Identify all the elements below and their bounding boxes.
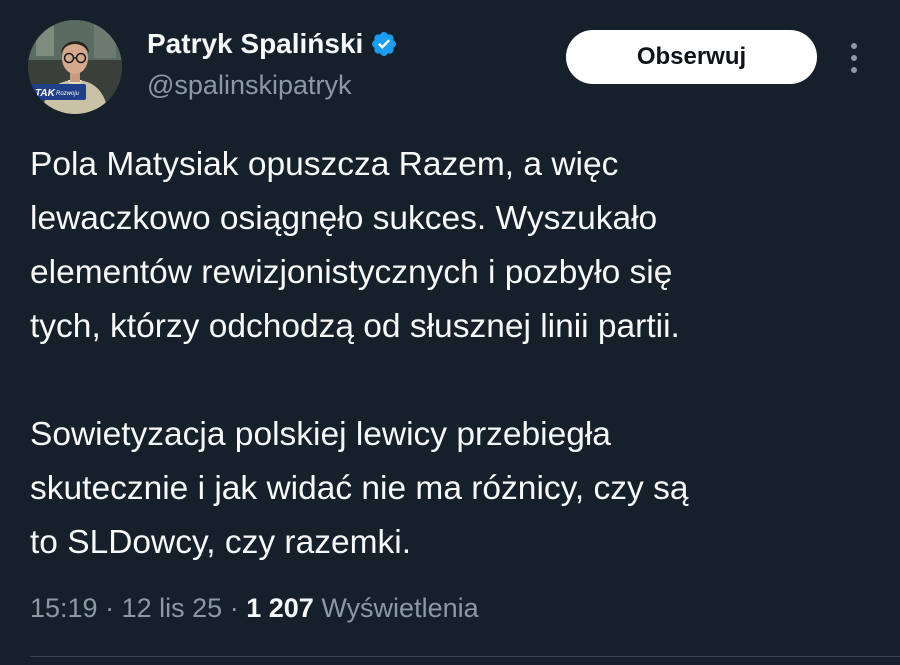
tweet-line: to SLDowcy, czy razemki. <box>30 524 411 561</box>
tweet-date[interactable]: 12 lis 25 <box>122 593 223 623</box>
tweet-line: lewaczkowo osiągnęło sukces. Wyszukało <box>30 200 658 237</box>
paragraph-break <box>30 354 880 408</box>
svg-text:TAK: TAK <box>35 88 56 99</box>
tweet-line: Pola Matysiak opuszcza Razem, a więc <box>30 146 619 183</box>
display-name-row: Patryk Spaliński <box>147 26 398 62</box>
tweet-line: skutecznie i jak widać nie ma różnicy, c… <box>30 470 689 507</box>
avatar-photo: TAK Rozwoju <box>28 20 122 114</box>
tweet-header: TAK Rozwoju Patryk Spaliński @spalinskip… <box>0 0 900 120</box>
tweet-line: elementów rewizjonistycznych i pozbyło s… <box>30 254 673 291</box>
follow-button[interactable]: Obserwuj <box>566 30 817 84</box>
tweet-card: TAK Rozwoju Patryk Spaliński @spalinskip… <box>0 0 900 665</box>
more-vertical-icon[interactable] <box>838 40 870 76</box>
author-avatar[interactable]: TAK Rozwoju <box>28 20 122 114</box>
tweet-text: Pola Matysiak opuszcza Razem, a więc lew… <box>30 138 880 570</box>
tweet-line: Sowietyzacja polskiej lewicy przebiegła <box>30 416 611 453</box>
meta-separator: · <box>105 593 115 623</box>
views-label: Wyświetlenia <box>321 593 479 623</box>
author-info: Patryk Spaliński @spalinskipatryk <box>147 26 398 102</box>
tweet-time[interactable]: 15:19 <box>30 593 98 623</box>
tweet-meta: 15:19 · 12 lis 25 · 1 207 Wyświetlenia <box>30 586 479 630</box>
divider <box>30 656 900 657</box>
author-handle[interactable]: @spalinskipatryk <box>147 68 398 102</box>
meta-separator: · <box>229 593 239 623</box>
author-display-name[interactable]: Patryk Spaliński <box>147 26 363 62</box>
views-count: 1 207 <box>246 593 314 623</box>
tweet-line: tych, którzy odchodzą od słusznej linii … <box>30 308 680 345</box>
svg-text:Rozwoju: Rozwoju <box>56 91 80 97</box>
verified-badge-icon <box>370 30 398 58</box>
